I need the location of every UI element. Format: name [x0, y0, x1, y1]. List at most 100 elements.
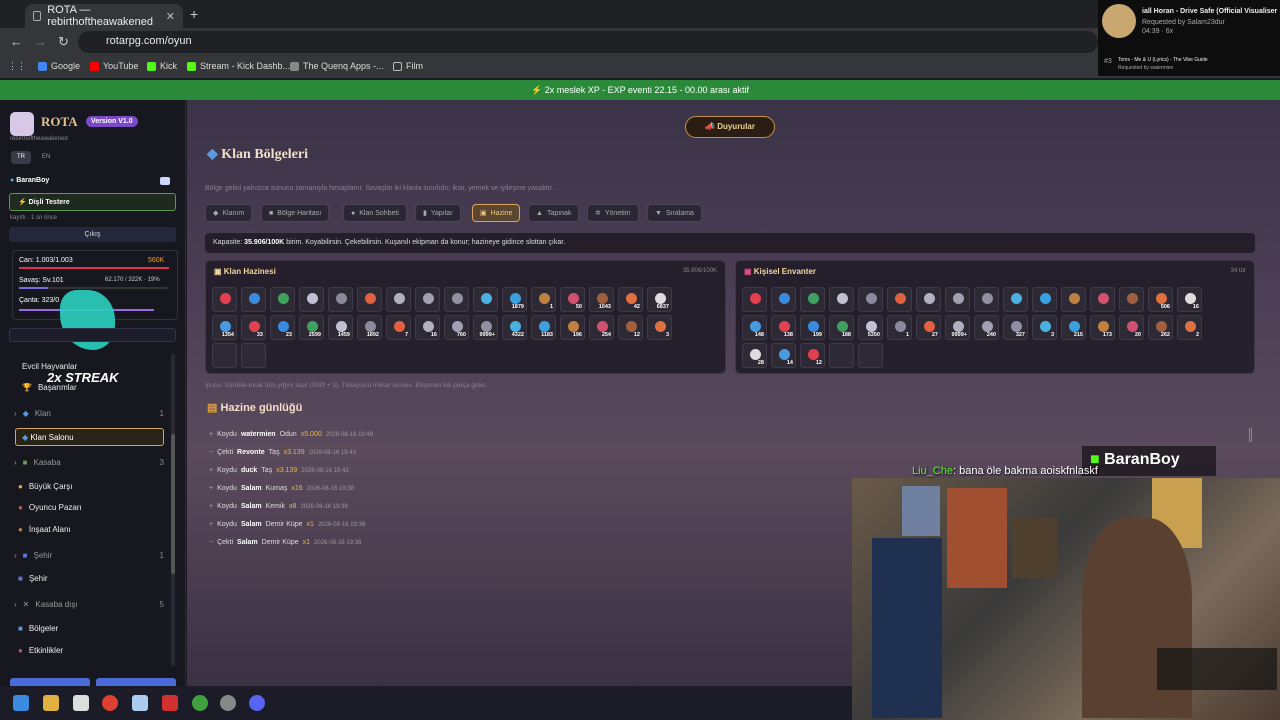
bookmark-film[interactable]: Film	[393, 61, 423, 71]
screen-icon[interactable]	[160, 177, 170, 185]
item-slot[interactable]	[241, 287, 266, 312]
tab-siralama[interactable]: ▼ Sıralama	[647, 204, 702, 222]
item-slot[interactable]	[742, 287, 767, 312]
sidebar-item-insaat-alani[interactable]: ● İnşaat Alanı	[18, 525, 71, 534]
item-slot[interactable]	[829, 287, 854, 312]
item-slot[interactable]	[800, 287, 825, 312]
item-slot[interactable]	[1090, 287, 1115, 312]
empty-slot[interactable]	[858, 343, 883, 368]
item-slot[interactable]: 1	[887, 315, 912, 340]
log-scrollbar[interactable]	[1249, 428, 1252, 442]
sidebar-item-etkinlikler[interactable]: ● Etkinlikler	[18, 646, 63, 655]
item-slot[interactable]: 173	[1090, 315, 1115, 340]
obs-icon[interactable]	[220, 695, 236, 711]
sidebar-footer-button-2[interactable]	[96, 678, 176, 686]
app-icon[interactable]	[132, 695, 148, 711]
app-shield-icon[interactable]	[192, 695, 208, 711]
close-tab-icon[interactable]: ✕	[166, 10, 175, 23]
forward-icon[interactable]: →	[34, 34, 47, 49]
empty-slot[interactable]	[829, 343, 854, 368]
item-slot[interactable]: 1459	[328, 315, 353, 340]
lang-en-button[interactable]: EN	[36, 151, 56, 164]
apps-icon[interactable]: ⋮⋮	[8, 61, 26, 72]
item-slot[interactable]	[1061, 287, 1086, 312]
item-slot[interactable]: 199	[800, 315, 825, 340]
item-slot[interactable]	[299, 287, 324, 312]
lang-tr-button[interactable]: TR	[11, 151, 31, 164]
item-slot[interactable]	[1032, 287, 1057, 312]
item-slot[interactable]: 1043	[589, 287, 614, 312]
item-slot[interactable]	[916, 287, 941, 312]
item-slot[interactable]: 2599	[299, 315, 324, 340]
new-tab-button[interactable]: +	[190, 6, 198, 22]
store-icon[interactable]	[73, 695, 89, 711]
item-slot[interactable]	[945, 287, 970, 312]
item-slot[interactable]: 1354	[212, 315, 237, 340]
item-slot[interactable]: 215	[1061, 315, 1086, 340]
item-slot[interactable]	[415, 287, 440, 312]
sidebar-section-sehir[interactable]: › ■ Şehir 1	[14, 551, 164, 560]
item-slot[interactable]	[212, 287, 237, 312]
chrome-icon[interactable]	[102, 695, 118, 711]
sidebar-item-buyuk-carsi[interactable]: ● Büyük Çarşı	[18, 482, 72, 491]
item-slot[interactable]	[771, 287, 796, 312]
back-icon[interactable]: ←	[10, 34, 23, 49]
item-slot[interactable]: 33	[241, 315, 266, 340]
tab-bolge-haritasi[interactable]: ■ Bölge Haritası	[261, 204, 330, 222]
item-slot[interactable]: 240	[974, 315, 999, 340]
item-slot[interactable]	[473, 287, 498, 312]
bookmark-kick[interactable]: Kick	[147, 61, 177, 71]
item-slot[interactable]: 506	[1148, 287, 1173, 312]
bookmark-stream[interactable]: Stream - Kick Dashb...	[187, 61, 290, 71]
file-explorer-icon[interactable]	[43, 695, 59, 711]
item-slot[interactable]: 4322	[502, 315, 527, 340]
item-slot[interactable]: 327	[1003, 315, 1028, 340]
empty-slot[interactable]	[212, 343, 237, 368]
announcements-button[interactable]: 📣 Duyurular	[685, 116, 775, 138]
sidebar-item-klan-salonu[interactable]: ◆ Klan Salonu	[15, 428, 164, 446]
item-slot[interactable]: 16	[415, 315, 440, 340]
browser-tab[interactable]: ROTA — rebirthoftheawakened ✕	[25, 4, 183, 28]
profession-button[interactable]: ⚡ Dişli Testere	[9, 193, 176, 211]
item-slot[interactable]: 196	[560, 315, 585, 340]
empty-slot[interactable]	[241, 343, 266, 368]
item-slot[interactable]: 5350	[858, 315, 883, 340]
item-slot[interactable]: 42	[618, 287, 643, 312]
tab-yapilar[interactable]: ▮ Yapılar	[415, 204, 461, 222]
bookmark-youtube[interactable]: YouTube	[90, 61, 138, 71]
item-slot[interactable]: 14	[771, 343, 796, 368]
item-slot[interactable]: 12	[800, 343, 825, 368]
item-slot[interactable]: 16	[1177, 287, 1202, 312]
sidebar-scrollbar[interactable]	[171, 354, 175, 666]
item-slot[interactable]	[1003, 287, 1028, 312]
sidebar-section-kasaba[interactable]: › ■ Kasaba 3	[14, 458, 164, 467]
item-slot[interactable]: 20	[1119, 315, 1144, 340]
tab-klanim[interactable]: ◆ Klanım	[205, 204, 253, 222]
item-slot[interactable]: 188	[829, 315, 854, 340]
item-slot[interactable]: 1183	[531, 315, 556, 340]
logout-button[interactable]: Çıkış	[9, 227, 176, 242]
sidebar-item-sehir[interactable]: ■ Şehir	[18, 574, 48, 583]
sidebar-section-klan[interactable]: › ◆ Klan 1	[14, 409, 164, 418]
item-slot[interactable]	[444, 287, 469, 312]
sidebar-item-achievements[interactable]: 🏆 Başarımlar	[22, 383, 77, 392]
item-slot[interactable]: 1	[531, 287, 556, 312]
item-slot[interactable]	[328, 287, 353, 312]
bookmark-google[interactable]: Google	[38, 61, 80, 71]
reload-icon[interactable]: ↻	[58, 34, 69, 50]
windows-start-icon[interactable]	[13, 695, 29, 711]
tab-hazine[interactable]: ▣ Hazine	[472, 204, 521, 222]
item-slot[interactable]: 28	[742, 343, 767, 368]
url-input[interactable]: rotarpg.com/oyun	[78, 31, 1098, 53]
item-slot[interactable]: 9999+	[945, 315, 970, 340]
item-slot[interactable]	[386, 287, 411, 312]
item-slot[interactable]	[887, 287, 912, 312]
item-slot[interactable]: 12	[618, 315, 643, 340]
item-slot[interactable]: 27	[916, 315, 941, 340]
item-slot[interactable]: 1892	[357, 315, 382, 340]
tab-tapinak[interactable]: ▲ Tapınak	[528, 204, 580, 222]
item-slot[interactable]: 254	[589, 315, 614, 340]
item-slot[interactable]: 9999+	[473, 315, 498, 340]
item-slot[interactable]: 50	[560, 287, 585, 312]
sidebar-footer-button-1[interactable]	[10, 678, 90, 686]
